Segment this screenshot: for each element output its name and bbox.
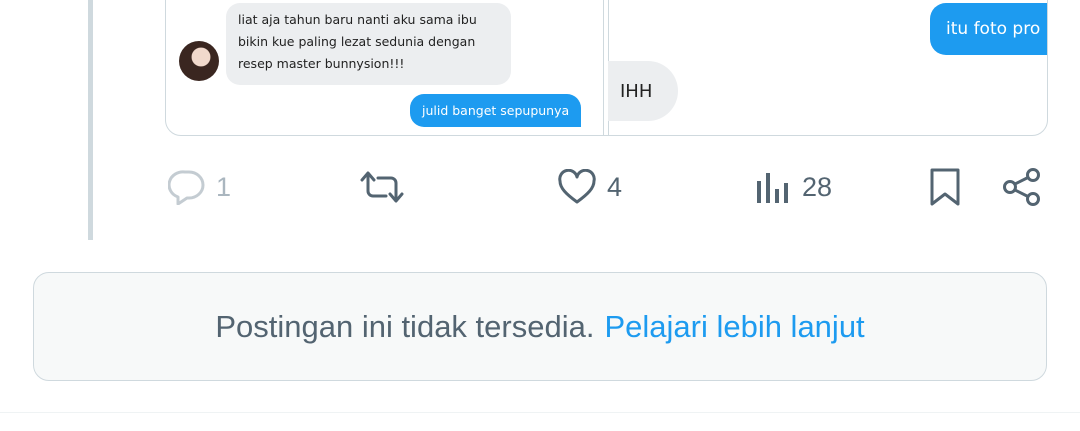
share-button[interactable] xyxy=(1002,165,1042,209)
reply-count: 1 xyxy=(216,171,232,202)
share-icon xyxy=(1002,167,1042,207)
view-count: 28 xyxy=(802,171,833,202)
notice-text: Postingan ini tidak tersedia. xyxy=(215,308,595,344)
like-button[interactable]: 4 xyxy=(557,165,622,209)
chat-bubble-outgoing: itu foto pro xyxy=(930,3,1047,55)
views-button[interactable]: 28 xyxy=(756,165,832,209)
reply-button[interactable]: 1 xyxy=(168,165,231,209)
chat-bubble-incoming: IHH xyxy=(608,61,679,121)
media-image-left[interactable]: liat aja tahun baru nanti aku sama ibu b… xyxy=(166,0,604,135)
reply-icon xyxy=(168,169,206,205)
divider xyxy=(0,412,1080,413)
heart-icon xyxy=(557,169,597,205)
repost-icon xyxy=(359,169,405,205)
tweet-media[interactable]: liat aja tahun baru nanti aku sama ibu b… xyxy=(165,0,1048,136)
tweet-action-bar: 1 4 28 xyxy=(0,165,1080,209)
bookmark-button[interactable] xyxy=(929,165,961,209)
chat-bubble-incoming: liat aja tahun baru nanti aku sama ibu b… xyxy=(226,3,511,85)
learn-more-link[interactable]: Pelajari lebih lanjut xyxy=(604,309,864,345)
media-image-right[interactable]: itu foto pro IHH xyxy=(608,0,1047,135)
chat-bubble-outgoing: julid banget sepupunya xyxy=(410,94,582,127)
views-icon xyxy=(756,169,790,205)
like-count: 4 xyxy=(607,171,623,202)
avatar xyxy=(179,41,219,81)
bookmark-icon xyxy=(929,167,961,207)
post-unavailable-notice: Postingan ini tidak tersedia. Pelajari l… xyxy=(33,272,1047,381)
repost-button[interactable] xyxy=(359,165,405,209)
